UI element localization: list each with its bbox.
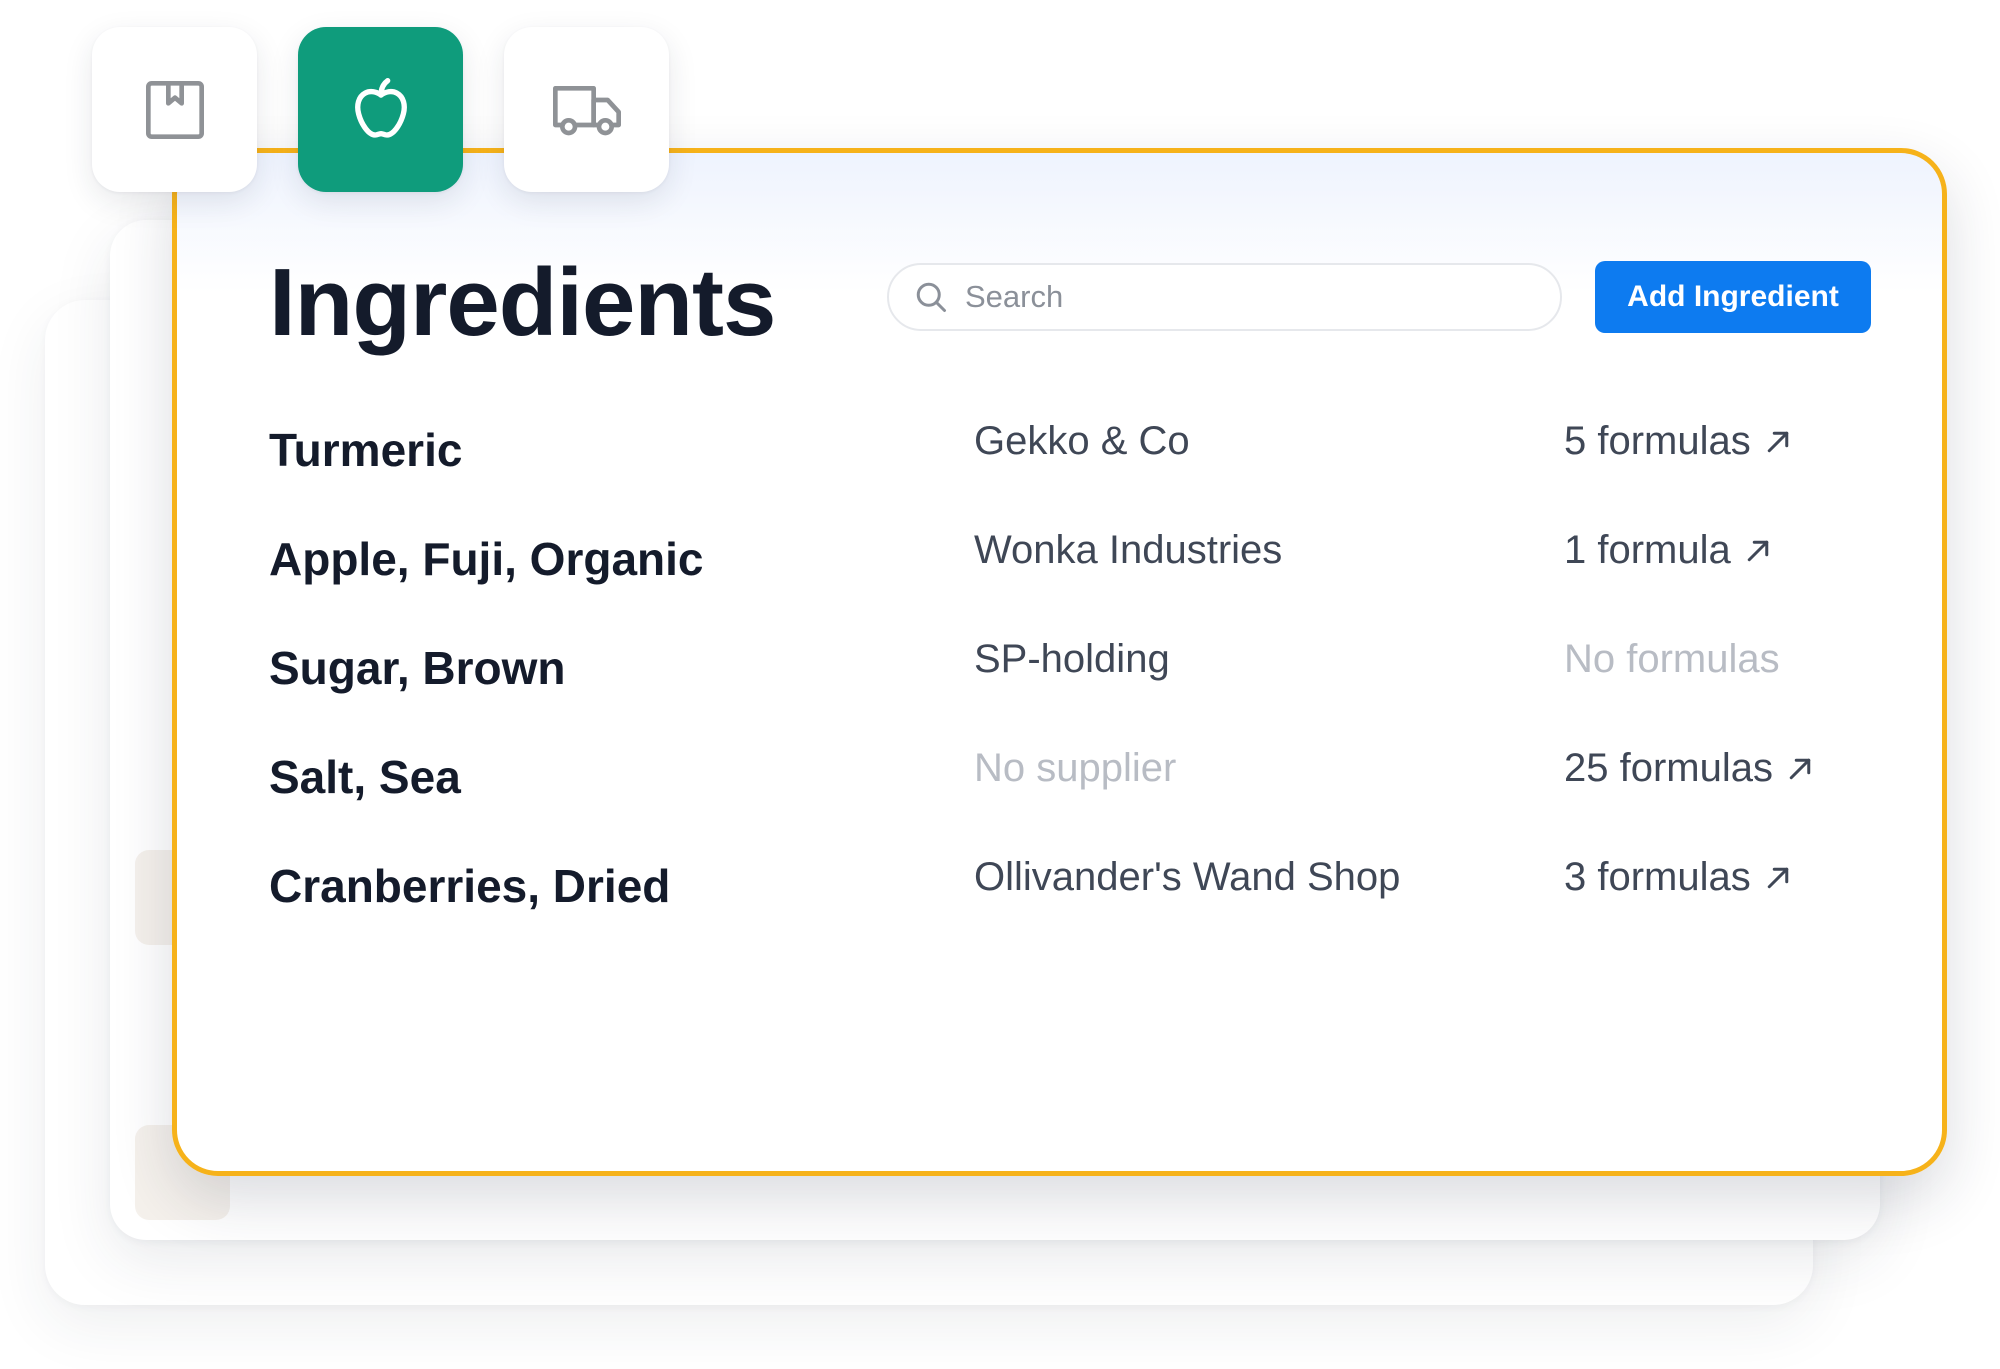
formulas-link[interactable]: 1 formula	[1564, 528, 1773, 573]
tab-suppliers[interactable]	[504, 27, 669, 192]
ingredient-list: Turmeric Gekko & Co 5 formulas Apple, Fu…	[269, 419, 1889, 968]
ingredient-row[interactable]: Apple, Fuji, Organic Wonka Industries 1 …	[269, 528, 1889, 641]
ingredient-supplier[interactable]: SP-holding	[974, 637, 1170, 682]
ingredient-name[interactable]: Cranberries, Dried	[269, 859, 670, 913]
ingredient-row[interactable]: Cranberries, Dried Ollivander's Wand Sho…	[269, 855, 1889, 968]
package-icon	[145, 80, 204, 139]
ingredient-supplier[interactable]: Ollivander's Wand Shop	[974, 855, 1400, 900]
external-arrow-icon	[1789, 758, 1811, 779]
ingredient-name[interactable]: Turmeric	[269, 423, 462, 477]
search-box[interactable]	[887, 263, 1562, 331]
tab-packaging[interactable]	[92, 27, 257, 192]
formulas-link[interactable]: 25 formulas	[1564, 746, 1815, 791]
tab-ingredients[interactable]	[298, 27, 463, 192]
formulas-count: 1 formula	[1564, 528, 1731, 572]
ingredient-row[interactable]: Salt, Sea No supplier 25 formulas	[269, 746, 1889, 859]
formulas-link[interactable]: 3 formulas	[1564, 855, 1793, 900]
external-arrow-icon	[1767, 867, 1788, 888]
ingredient-supplier[interactable]: Gekko & Co	[974, 419, 1190, 464]
search-icon	[916, 282, 946, 312]
formulas-link: No formulas	[1564, 637, 1780, 682]
formulas-count: 3 formulas	[1564, 855, 1751, 899]
ingredient-row[interactable]: Sugar, Brown SP-holding No formulas	[269, 637, 1889, 750]
ingredients-panel: Ingredients Add Ingredient Turmeric Gekk…	[172, 148, 1947, 1176]
formulas-count: 5 formulas	[1564, 419, 1751, 463]
truck-icon	[552, 85, 621, 135]
ingredient-name[interactable]: Salt, Sea	[269, 750, 461, 804]
search-input[interactable]	[963, 278, 1527, 316]
ingredient-name[interactable]: Sugar, Brown	[269, 641, 565, 695]
add-ingredient-button[interactable]: Add Ingredient	[1595, 261, 1871, 333]
ingredient-row[interactable]: Turmeric Gekko & Co 5 formulas	[269, 419, 1889, 532]
external-arrow-icon	[1747, 540, 1768, 561]
formulas-link[interactable]: 5 formulas	[1564, 419, 1793, 464]
ingredient-name[interactable]: Apple, Fuji, Organic	[269, 532, 703, 586]
formulas-count: No formulas	[1564, 637, 1780, 681]
external-arrow-icon	[1767, 431, 1788, 452]
page-title: Ingredients	[269, 249, 776, 356]
ingredient-supplier[interactable]: Wonka Industries	[974, 528, 1282, 573]
apple-icon	[354, 77, 407, 138]
ingredient-supplier: No supplier	[974, 746, 1177, 790]
formulas-count: 25 formulas	[1564, 746, 1773, 790]
